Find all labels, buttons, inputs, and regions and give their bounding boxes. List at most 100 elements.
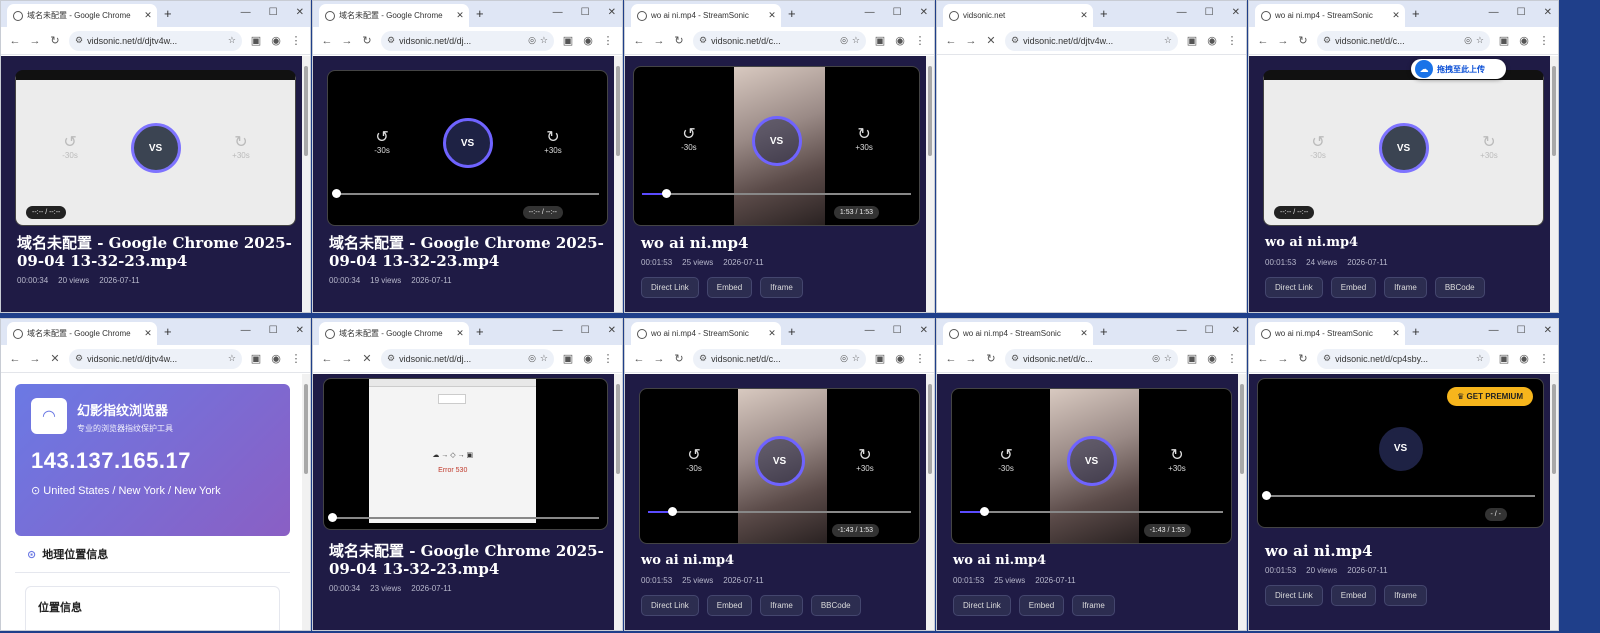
minimize-button[interactable]: — bbox=[241, 324, 251, 338]
minimize-button[interactable]: — bbox=[1177, 324, 1187, 338]
maximize-button[interactable]: ☐ bbox=[269, 6, 278, 20]
minimize-button[interactable]: — bbox=[553, 324, 563, 338]
new-tab-button[interactable]: + bbox=[1100, 6, 1108, 22]
site-info-icon[interactable]: ⚙ bbox=[1323, 353, 1331, 364]
reload-icon[interactable]: ↻ bbox=[673, 34, 685, 47]
sidepanel-icon[interactable]: ▣ bbox=[562, 34, 574, 47]
scrollbar[interactable] bbox=[614, 56, 622, 312]
embed-button[interactable]: Embed bbox=[1330, 277, 1377, 298]
sidepanel-icon[interactable]: ▣ bbox=[1498, 34, 1510, 47]
close-window-button[interactable]: ✕ bbox=[1232, 6, 1240, 20]
sidepanel-icon[interactable]: ▣ bbox=[874, 34, 886, 47]
menu-icon[interactable]: ⋮ bbox=[914, 352, 926, 365]
skip-back-button[interactable]: ↺ -30s bbox=[367, 129, 397, 155]
embed-button[interactable]: Embed bbox=[1330, 585, 1377, 606]
profile-icon[interactable]: ◉ bbox=[1206, 352, 1218, 365]
scrollbar[interactable] bbox=[926, 374, 934, 630]
close-icon[interactable]: ✕ bbox=[455, 328, 465, 339]
minimize-button[interactable]: — bbox=[553, 6, 563, 20]
upload-drop-button[interactable]: ☁ 拖拽至此上传 bbox=[1411, 59, 1506, 79]
new-tab-button[interactable]: + bbox=[476, 324, 484, 340]
minimize-button[interactable]: — bbox=[865, 324, 875, 338]
play-button[interactable]: VS bbox=[751, 116, 802, 167]
forward-icon[interactable]: → bbox=[965, 35, 977, 47]
profile-icon[interactable]: ◉ bbox=[270, 352, 282, 365]
progress-bar[interactable] bbox=[328, 513, 599, 522]
star-icon[interactable]: ☆ bbox=[1164, 35, 1172, 46]
address-bar[interactable]: ⚙ vidsonic.net/d/djtv4w... ☆ bbox=[1005, 30, 1178, 51]
eye-off-icon[interactable]: ◎ bbox=[1464, 35, 1472, 46]
progress-knob[interactable] bbox=[332, 189, 341, 198]
new-tab-button[interactable]: + bbox=[1412, 6, 1420, 22]
iframe-button[interactable]: Iframe bbox=[1072, 595, 1115, 616]
bbcode-button[interactable]: BBCode bbox=[810, 595, 861, 616]
scrollbar-thumb[interactable] bbox=[1552, 66, 1556, 156]
get-premium-button[interactable]: ♛ GET PREMIUM bbox=[1447, 387, 1533, 406]
sidepanel-icon[interactable]: ▣ bbox=[1186, 352, 1198, 365]
new-tab-button[interactable]: + bbox=[164, 6, 172, 22]
embed-button[interactable]: Embed bbox=[706, 277, 753, 298]
scrollbar[interactable] bbox=[302, 374, 310, 630]
skip-back-button[interactable]: ↺ -30s bbox=[55, 135, 85, 161]
close-window-button[interactable]: ✕ bbox=[920, 6, 928, 20]
forward-icon[interactable]: → bbox=[29, 353, 41, 365]
scrollbar-thumb[interactable] bbox=[928, 384, 932, 474]
forward-icon[interactable]: → bbox=[341, 35, 353, 47]
close-window-button[interactable]: ✕ bbox=[296, 324, 304, 338]
reload-icon[interactable]: ↻ bbox=[1297, 34, 1309, 47]
embed-button[interactable]: Embed bbox=[1018, 595, 1065, 616]
scrollbar[interactable] bbox=[1238, 374, 1246, 630]
profile-icon[interactable]: ◉ bbox=[582, 352, 594, 365]
back-icon[interactable]: ← bbox=[1257, 353, 1269, 365]
minimize-button[interactable]: — bbox=[865, 6, 875, 20]
menu-icon[interactable]: ⋮ bbox=[602, 34, 614, 47]
skip-forward-button[interactable]: ↻ +30s bbox=[1162, 447, 1192, 473]
address-bar[interactable]: ⚙ vidsonic.net/d/c... ◎ ☆ bbox=[693, 348, 866, 369]
eye-off-icon[interactable]: ◎ bbox=[1152, 353, 1160, 364]
maximize-button[interactable]: ☐ bbox=[581, 324, 590, 338]
back-icon[interactable]: ← bbox=[9, 353, 21, 365]
profile-icon[interactable]: ◉ bbox=[270, 34, 282, 47]
close-icon[interactable]: ✕ bbox=[1391, 328, 1401, 339]
scrollbar-thumb[interactable] bbox=[616, 384, 620, 474]
skip-forward-button[interactable]: ↻ +30s bbox=[850, 447, 880, 473]
forward-icon[interactable]: → bbox=[1277, 35, 1289, 47]
menu-icon[interactable]: ⋮ bbox=[1538, 34, 1550, 47]
video-player[interactable]: ♛ GET PREMIUM VS - / - bbox=[1257, 378, 1544, 528]
close-window-button[interactable]: ✕ bbox=[1544, 6, 1552, 20]
browser-tab[interactable]: 域名未配置 - Google Chrome ✕ bbox=[319, 322, 469, 345]
address-bar[interactable]: ⚙ vidsonic.net/d/djtv4w... ☆ bbox=[69, 30, 242, 51]
menu-icon[interactable]: ⋮ bbox=[290, 352, 302, 365]
bbcode-button[interactable]: BBCode bbox=[1434, 277, 1485, 298]
back-icon[interactable]: ← bbox=[321, 35, 333, 47]
iframe-button[interactable]: Iframe bbox=[760, 595, 803, 616]
site-info-icon[interactable]: ⚙ bbox=[387, 35, 395, 46]
scrollbar-thumb[interactable] bbox=[1552, 384, 1556, 474]
profile-icon[interactable]: ◉ bbox=[894, 352, 906, 365]
video-player[interactable]: ↺ -30s VS ↻ +30s -1:43 / 1:53 bbox=[951, 388, 1232, 544]
play-button[interactable]: VS bbox=[754, 436, 805, 487]
close-window-button[interactable]: ✕ bbox=[1232, 324, 1240, 338]
star-icon[interactable]: ☆ bbox=[540, 35, 548, 46]
maximize-button[interactable]: ☐ bbox=[893, 6, 902, 20]
skip-forward-button[interactable]: ↻ +30s bbox=[226, 135, 256, 161]
close-window-button[interactable]: ✕ bbox=[608, 6, 616, 20]
progress-bar[interactable] bbox=[332, 189, 599, 198]
stop-icon[interactable]: ✕ bbox=[361, 352, 373, 365]
menu-icon[interactable]: ⋮ bbox=[1538, 352, 1550, 365]
menu-icon[interactable]: ⋮ bbox=[290, 34, 302, 47]
iframe-button[interactable]: Iframe bbox=[1384, 277, 1427, 298]
minimize-button[interactable]: — bbox=[1177, 6, 1187, 20]
new-tab-button[interactable]: + bbox=[788, 324, 796, 340]
address-bar[interactable]: ⚙ vidsonic.net/d/djtv4w... ☆ bbox=[69, 348, 242, 369]
progress-knob[interactable] bbox=[328, 513, 337, 522]
star-icon[interactable]: ☆ bbox=[228, 35, 236, 46]
site-info-icon[interactable]: ⚙ bbox=[699, 35, 707, 46]
address-bar[interactable]: ⚙ vidsonic.net/d/cp4sby... ☆ bbox=[1317, 348, 1490, 369]
back-icon[interactable]: ← bbox=[945, 353, 957, 365]
maximize-button[interactable]: ☐ bbox=[893, 324, 902, 338]
sidepanel-icon[interactable]: ▣ bbox=[250, 352, 262, 365]
minimize-button[interactable]: — bbox=[1489, 324, 1499, 338]
stop-icon[interactable]: ✕ bbox=[49, 352, 61, 365]
close-window-button[interactable]: ✕ bbox=[1544, 324, 1552, 338]
